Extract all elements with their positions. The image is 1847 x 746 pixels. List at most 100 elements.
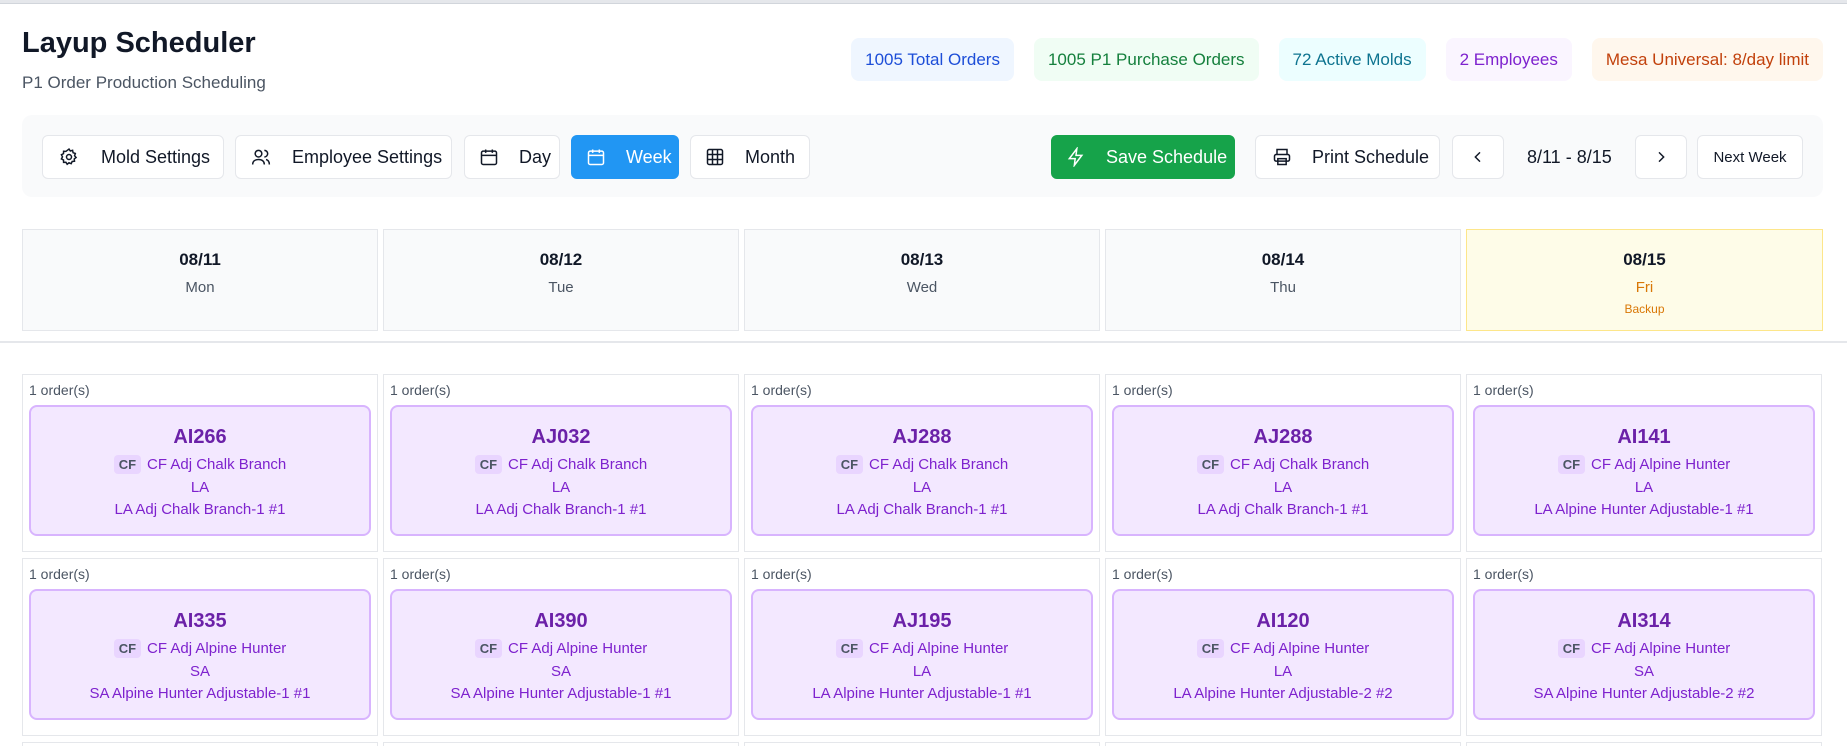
stock-model: CF Adj Chalk Branch — [147, 456, 287, 473]
mold-settings-button[interactable]: Mold Settings — [42, 135, 224, 179]
employee-settings-button[interactable]: Employee Settings — [235, 135, 452, 179]
hand-code: LA — [190, 479, 210, 496]
day-header[interactable]: 08/11 Mon — [22, 229, 378, 331]
stock-line: CF CF Adj Alpine Hunter — [1475, 455, 1813, 474]
order-card[interactable]: AJ032 CF CF Adj Chalk Branch LA LA Adj Chalk… — [390, 405, 732, 536]
hand-code: LA — [1273, 479, 1293, 496]
order-id: AJ288 — [892, 426, 952, 448]
order-count: 1 order(s) — [751, 566, 812, 582]
next-week-label: Next Week — [1713, 148, 1787, 166]
order-count: 1 order(s) — [1112, 382, 1173, 398]
cf-badge: CF — [835, 455, 864, 474]
calendar-icon — [480, 149, 498, 166]
day-header[interactable]: 08/12 Tue — [383, 229, 739, 331]
daily-limit-badge: Mesa Universal: 8/day limit — [1591, 38, 1823, 81]
stock-line: CF CF Adj Chalk Branch — [753, 455, 1091, 474]
schedule-cell[interactable]: 1 order(s) AJ288 CF CF Adj Chalk Branch LA LA… — [1105, 374, 1461, 552]
schedule-cell[interactable] — [744, 742, 1100, 746]
toolbar: Mold Settings Employee Settings Day Week… — [22, 115, 1823, 197]
stock-model: CF Adj Alpine Hunter — [1591, 456, 1731, 473]
order-count: 1 order(s) — [1112, 566, 1173, 582]
order-id: AI335 — [173, 610, 227, 632]
schedule-cell[interactable]: 1 order(s) AI266 CF CF Adj Chalk Branch LA LA… — [22, 374, 378, 552]
schedule-cell[interactable]: 1 order(s) AI335 CF CF Adj Alpine Hunter SA S… — [22, 558, 378, 736]
previous-week-button[interactable] — [1452, 135, 1504, 179]
day-date: 08/14 — [1261, 250, 1305, 269]
schedule-cell[interactable]: 1 order(s) AI120 CF CF Adj Alpine Hunter LA L… — [1105, 558, 1461, 736]
p1-purchase-orders-badge: 1005 P1 Purchase Orders — [1033, 38, 1259, 81]
order-id: AI266 — [173, 426, 227, 448]
hand-code: SA — [189, 663, 210, 680]
stock-line: CF CF Adj Alpine Hunter — [392, 639, 730, 658]
schedule-cell[interactable] — [1105, 742, 1461, 746]
week-view-button[interactable]: Week — [571, 135, 679, 179]
stock-model: CF Adj Alpine Hunter — [869, 640, 1009, 657]
backup-tag: Backup — [1624, 302, 1665, 316]
order-card[interactable]: AI120 CF CF Adj Alpine Hunter LA LA Alpine H… — [1112, 589, 1454, 720]
schedule-cell[interactable]: 1 order(s) AI141 CF CF Adj Alpine Hunter LA L… — [1466, 374, 1822, 552]
month-view-button[interactable]: Month — [690, 135, 810, 179]
mold-name: SA Alpine Hunter Adjustable-2 #2 — [1533, 685, 1755, 702]
print-schedule-button[interactable]: Print Schedule — [1255, 135, 1440, 179]
schedule-cell[interactable]: 1 order(s) AJ288 CF CF Adj Chalk Branch LA LA… — [744, 374, 1100, 552]
day-date: 08/12 — [539, 250, 583, 269]
order-card[interactable]: AI335 CF CF Adj Alpine Hunter SA SA Alpine H… — [29, 589, 371, 720]
cf-badge: CF — [474, 639, 503, 658]
schedule-cell[interactable]: 1 order(s) AJ032 CF CF Adj Chalk Branch LA LA… — [383, 374, 739, 552]
stock-model: CF Adj Alpine Hunter — [1591, 640, 1731, 657]
mold-name: LA Alpine Hunter Adjustable-1 #1 — [812, 685, 1032, 702]
day-view-button[interactable]: Day — [464, 135, 560, 179]
day-header[interactable]: 08/13 Wed — [744, 229, 1100, 331]
next-week-arrow-button[interactable] — [1635, 135, 1687, 179]
mold-name: LA Adj Chalk Branch-1 #1 — [1197, 501, 1369, 518]
browser-top-border — [0, 0, 1847, 4]
hand-code: SA — [1633, 663, 1654, 680]
stock-line: CF CF Adj Chalk Branch — [392, 455, 730, 474]
schedule-cell[interactable] — [22, 742, 378, 746]
schedule-cell[interactable]: 1 order(s) AJ195 CF CF Adj Alpine Hunter LA L… — [744, 558, 1100, 736]
hand-code: LA — [1634, 479, 1654, 496]
order-id: AI390 — [534, 610, 588, 632]
employee-settings-label: Employee Settings — [292, 146, 443, 167]
order-card[interactable]: AJ195 CF CF Adj Alpine Hunter LA LA Alpine H… — [751, 589, 1093, 720]
day-header[interactable]: 08/14 Thu — [1105, 229, 1461, 331]
page-title: Layup Scheduler — [22, 27, 256, 59]
total-orders-badge: 1005 Total Orders — [851, 38, 1014, 81]
order-count: 1 order(s) — [29, 382, 90, 398]
schedule-cell[interactable] — [1466, 742, 1822, 746]
order-count: 1 order(s) — [390, 566, 451, 582]
order-count: 1 order(s) — [29, 566, 90, 582]
calendar-icon — [587, 149, 605, 166]
mold-name: LA Alpine Hunter Adjustable-2 #2 — [1173, 685, 1393, 702]
mold-name: LA Alpine Hunter Adjustable-1 #1 — [1534, 501, 1754, 518]
order-card[interactable]: AI141 CF CF Adj Alpine Hunter LA LA Alpine H… — [1473, 405, 1815, 536]
day-header-backup[interactable]: 08/15 Fri Backup — [1466, 229, 1823, 331]
schedule-cell[interactable] — [383, 742, 739, 746]
order-count: 1 order(s) — [751, 382, 812, 398]
order-card[interactable]: AI266 CF CF Adj Chalk Branch LA LA Adj Chalk… — [29, 405, 371, 536]
schedule-cell[interactable]: 1 order(s) AI390 CF CF Adj Alpine Hunter SA S… — [383, 558, 739, 736]
order-id: AI141 — [1617, 426, 1671, 448]
cf-badge: CF — [474, 455, 503, 474]
schedule-cell[interactable]: 1 order(s) AI314 CF CF Adj Alpine Hunter SA S… — [1466, 558, 1822, 736]
order-card[interactable]: AJ288 CF CF Adj Chalk Branch LA LA Adj Chalk… — [751, 405, 1093, 536]
order-card[interactable]: AI390 CF CF Adj Alpine Hunter SA SA Alpine H… — [390, 589, 732, 720]
day-of-week: Thu — [1270, 279, 1296, 296]
order-count: 1 order(s) — [390, 382, 451, 398]
stock-model: CF Adj Alpine Hunter — [508, 640, 648, 657]
save-schedule-button[interactable]: Save Schedule — [1051, 135, 1235, 179]
hand-code: LA — [912, 663, 932, 680]
day-date: 08/15 — [1623, 250, 1666, 269]
chevron-right-icon — [1658, 151, 1665, 163]
next-week-button[interactable]: Next Week — [1697, 135, 1803, 179]
day-of-week: Wed — [906, 279, 938, 296]
day-date: 08/11 — [179, 250, 221, 269]
stock-line: CF CF Adj Alpine Hunter — [1114, 639, 1452, 658]
stock-line: CF CF Adj Alpine Hunter — [31, 639, 369, 658]
chevron-left-icon — [1474, 151, 1481, 163]
order-card[interactable]: AJ288 CF CF Adj Chalk Branch LA LA Adj Chalk… — [1112, 405, 1454, 536]
day-of-week: Mon — [185, 279, 215, 296]
cf-badge: CF — [113, 639, 142, 658]
order-card[interactable]: AI314 CF CF Adj Alpine Hunter SA SA Alpine H… — [1473, 589, 1815, 720]
mold-settings-label: Mold Settings — [101, 146, 211, 167]
